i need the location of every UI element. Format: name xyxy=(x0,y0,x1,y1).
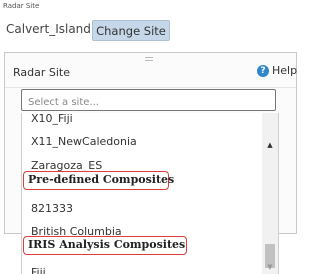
site-search-field[interactable] xyxy=(21,89,276,113)
help-icon[interactable]: ? xyxy=(257,64,269,77)
list-item-821333[interactable]: 821333 xyxy=(31,202,73,215)
change-site-button[interactable]: Change Site xyxy=(92,20,170,41)
scroll-down-arrow-icon[interactable]: ▼ xyxy=(262,263,278,271)
dialog-title: Radar Site xyxy=(13,66,71,79)
help-label[interactable]: Help xyxy=(272,64,297,77)
list-item-x11-newcaledonia[interactable]: X11_NewCaledonia xyxy=(31,135,137,148)
group-header-iris-analysis-composites: IRIS Analysis Composites xyxy=(23,236,187,255)
scroll-up-arrow-icon[interactable]: ▲ xyxy=(262,141,278,149)
drag-handle[interactable] xyxy=(145,57,153,61)
dialog-divider xyxy=(5,87,296,88)
radar-site-small-label: Radar Site xyxy=(3,2,40,10)
list-item-x10-fiji[interactable]: X10_Fiji xyxy=(31,113,73,125)
list-scrollbar[interactable]: ▲ ▼ xyxy=(262,113,278,274)
current-site-label: Calvert_Island xyxy=(6,22,91,36)
site-dropdown-list[interactable]: X10_Fiji X11_NewCaledonia Zaragoza_ES Pr… xyxy=(21,113,279,274)
help-link[interactable]: ? Help xyxy=(257,64,297,77)
group-header-predefined-composites: Pre-defined Composites xyxy=(23,171,174,190)
site-search-input[interactable] xyxy=(22,92,275,113)
